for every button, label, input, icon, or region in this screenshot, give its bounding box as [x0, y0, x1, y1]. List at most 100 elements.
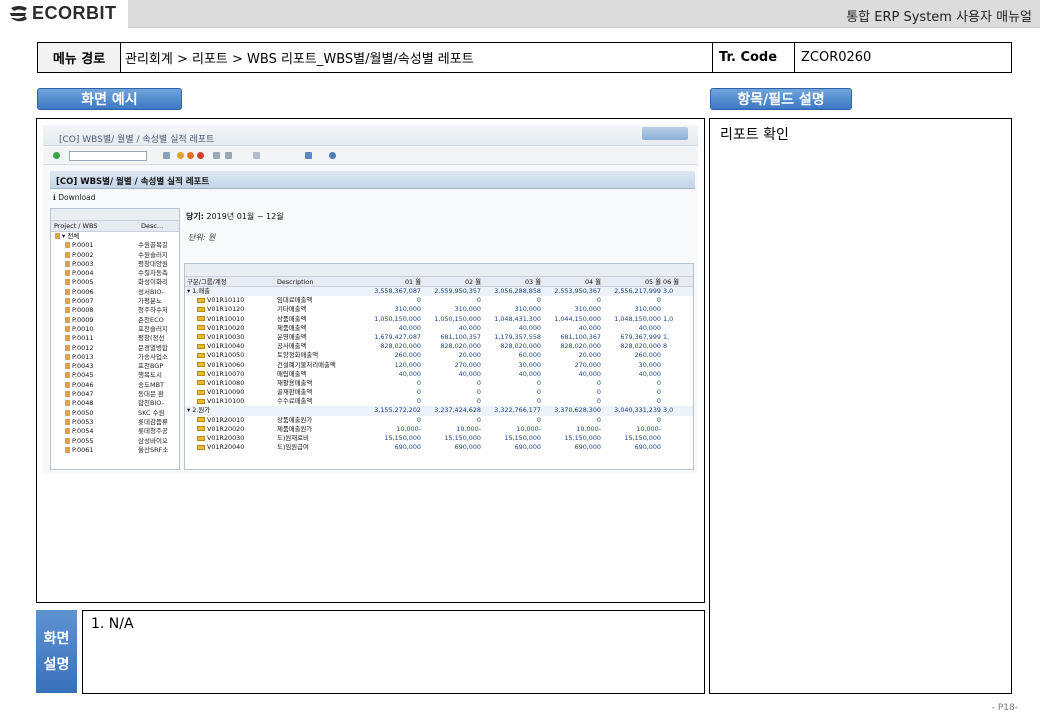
grid-description: 도)임원급여 [277, 443, 309, 452]
grid-value: 828,020,000 [500, 342, 541, 351]
grid-col-header[interactable]: 01 월 [363, 277, 423, 286]
folder-icon [197, 417, 205, 423]
field-description-heading: 항목/필드 설명 [710, 88, 852, 110]
grid-row[interactable]: V01R10090 골재판매출액 0 0 0 0 0 [185, 388, 693, 397]
tree-row[interactable]: P.0006 성서BIO- [51, 288, 179, 297]
grid-col-header[interactable]: Description [275, 277, 363, 286]
tree-row[interactable]: P.0002 수원슬러지 [51, 251, 179, 260]
grid-col-header[interactable]: 02 월 [423, 277, 483, 286]
grid-row[interactable]: V01R10060 건설폐기물처리매출액 120,000 270,000 30,000 2… [185, 361, 693, 370]
wbs-node-icon [65, 418, 70, 425]
grid-row[interactable]: V01R10030 운영매출액 1,679,427,087 681,100,357 1,… [185, 333, 693, 342]
grid-value: 2,553,950,367 [554, 287, 601, 295]
grid-row[interactable]: V01R10100 수수료매출액 0 0 0 0 0 [185, 397, 693, 406]
tree-row[interactable]: P.0012 문경열병합 [51, 344, 179, 353]
grid-row[interactable]: V01R20040 도)임원급여 690,000 690,000 690,000 690,… [185, 443, 693, 452]
tree-row[interactable]: P.0001 수원골목길 [51, 241, 179, 250]
tree-node-label: P.0002 [72, 250, 94, 259]
grid-header: 구분/그룹/계정 Description 01 월 02 월 03 월 04 월 05 월0… [185, 277, 693, 287]
grid-value [663, 361, 693, 370]
tree-row[interactable]: P.0048 합천BIO- [51, 399, 179, 408]
download-label: Download [58, 193, 96, 202]
tree-row[interactable]: P.0053 롯데감품류 [51, 418, 179, 427]
grid-row[interactable]: V01R10020 제품매출액 40,000 40,000 40,000 40,000 40… [185, 324, 693, 333]
grid-value: 3,0 [663, 406, 674, 415]
grid-col-header[interactable]: 06 월 [663, 277, 693, 286]
tree-row[interactable]: P.0013 가송사업소 [51, 353, 179, 362]
exit-icon [187, 152, 194, 159]
tree-row[interactable]: P.0050 SKC 수원 [51, 409, 179, 418]
wbs-node-icon [65, 270, 70, 277]
tree-row[interactable]: P.0047 동대문 환 [51, 390, 179, 399]
grid-value: 40,000 [458, 369, 481, 378]
tree-node-desc: 롯데감품류 [138, 417, 168, 426]
grid-value: 40,000 [578, 323, 601, 332]
top-bar: ECORBIT 통합 ERP System 사용자 매뉴얼 [0, 0, 1040, 28]
grid-row[interactable]: V01R10120 기타매출액 310,000 310,000 310,000 310,0… [185, 305, 693, 314]
tree-row[interactable]: P.0055 삼성바이오 [51, 437, 179, 446]
tree-row[interactable]: P.0054 롯데청주공 [51, 427, 179, 436]
grid-row[interactable]: V01R10070 매립매출액 40,000 40,000 40,000 40,000 40… [185, 370, 693, 379]
grid-value [663, 305, 693, 314]
tree-row[interactable]: P.0046 송도MBT [51, 381, 179, 390]
grid-row[interactable]: ▾ 2.원가 3,155,272,202 3,237,424,628 3,322,76… [185, 406, 693, 416]
tree-node-desc: 평창(정선 [138, 334, 165, 343]
grid-description: 공사매출액 [277, 342, 307, 351]
tree-node-label: P.0046 [72, 380, 94, 389]
grid-description: 기타매출액 [277, 305, 307, 314]
grid-row[interactable]: V01R10040 공사매출액 828,020,000 828,020,000 828,… [185, 342, 693, 351]
tree-row[interactable]: P.0010 포천슬러지 [51, 325, 179, 334]
tree-node-desc: 수원슬러지 [138, 250, 168, 259]
page-nav-icon [253, 152, 260, 159]
tree-node-desc: 가평분뇨 [138, 297, 162, 306]
grid-value [663, 388, 693, 397]
grid-value: 15,150,000 [384, 434, 421, 442]
tree-node-desc: 성서BIO- [138, 287, 164, 296]
grid-col-header[interactable]: 04 월 [543, 277, 603, 286]
grid-value: 310,000 [634, 305, 661, 314]
wbs-node-icon [65, 400, 70, 407]
grid-account: V01R10070 [207, 369, 245, 378]
grid-value: 828,020,000 [440, 342, 481, 351]
tree-row[interactable]: P.0043 포천BGP [51, 362, 179, 371]
grid-row[interactable]: V01R10050 토양정화매출액 260,000 20,000 60,000 20,00… [185, 351, 693, 360]
grid-value: 0 [536, 388, 541, 397]
tree-row[interactable]: P.0008 청주하수처 [51, 306, 179, 315]
screen-description-label-1: 화면 [43, 630, 70, 647]
grid-col-header[interactable]: 구분/그룹/계정 [185, 277, 275, 286]
tree-row[interactable]: P.0011 평창(정선 [51, 334, 179, 343]
grid-col-header[interactable]: 03 월 [483, 277, 543, 286]
tree-row[interactable]: ▾ 전체 [51, 232, 179, 241]
grid-value: 690,000 [514, 443, 541, 452]
grid-value: 828,020,000 [560, 342, 601, 351]
grid-value: 0 [596, 296, 601, 305]
grid-value: 260,000 [394, 351, 421, 360]
grid-col-header[interactable]: 05 월 [603, 277, 663, 286]
tree-row[interactable]: P.0005 화성이화리 [51, 278, 179, 287]
wbs-node-icon [65, 363, 70, 370]
cancel-icon [197, 152, 204, 159]
grid-row[interactable]: V01R20030 도)원재료비 15,150,000 15,150,000 15,15… [185, 434, 693, 443]
grid-value [663, 416, 693, 425]
grid-value: 2,556,217,999 [614, 287, 661, 295]
grid-value: 1,179,357,558 [494, 332, 541, 341]
tree-row[interactable]: P.0009 춘천ECO [51, 316, 179, 325]
grid-account: V01R10010 [207, 314, 245, 323]
tree-row[interactable]: P.0045 행복도시 [51, 371, 179, 380]
tree-row[interactable]: P.0007 가평분뇨 [51, 297, 179, 306]
grid-row[interactable]: V01R10010 상품매출액 1,050,150,000 1,050,150,000… [185, 315, 693, 324]
tree-row[interactable]: P.0004 수질자동측 [51, 269, 179, 278]
grid-account: V01R20010 [207, 415, 245, 424]
grid-row[interactable]: ▾ 1.매출 3,558,367,087 2,559,950,357 3,056,28… [185, 287, 693, 297]
grid-row[interactable]: V01R10110 임대료매출액 0 0 0 0 0 [185, 296, 693, 305]
grid-value: 0 [416, 378, 421, 387]
grid-value: 1,048,431,300 [494, 314, 541, 323]
tree-toolbar [51, 209, 179, 221]
grid-value: 10,000- [576, 424, 601, 433]
grid-row[interactable]: V01R10080 재활용매출액 0 0 0 0 0 [185, 379, 693, 388]
tree-row[interactable]: P.0003 평창대양원 [51, 260, 179, 269]
grid-row[interactable]: V01R20020 제품매출원가 10,000- 10,000- 10,000- 10,0… [185, 425, 693, 434]
tree-row[interactable]: P.0061 울산SRF소 [51, 446, 179, 455]
grid-value: 0 [416, 296, 421, 305]
grid-row[interactable]: V01R20010 상품매출원가 0 0 0 0 0 [185, 416, 693, 425]
